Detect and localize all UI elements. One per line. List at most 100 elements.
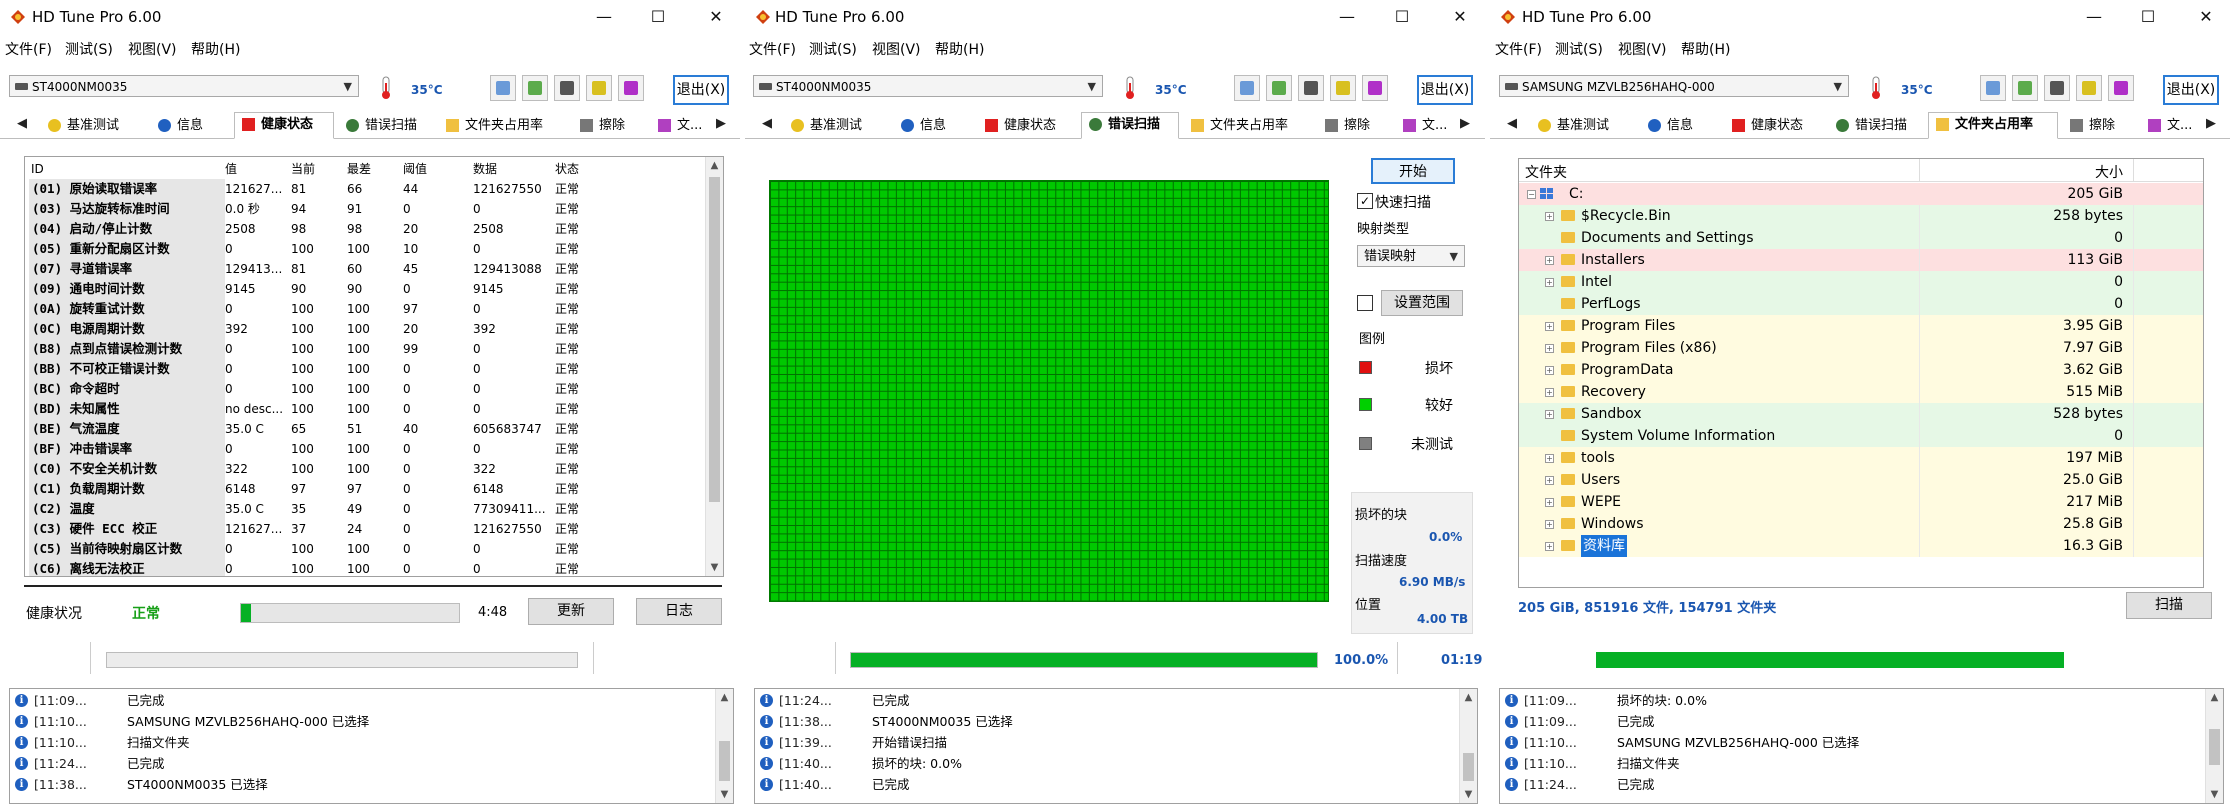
table-row[interactable]: (07) 寻道错误率 129413... 81 60 45 129413088 正常 bbox=[25, 259, 705, 279]
log-scrollbar[interactable]: ▲ ▼ bbox=[2205, 689, 2223, 803]
screenshot-button[interactable] bbox=[1298, 75, 1324, 101]
tree-row[interactable]: PerfLogs 0 bbox=[1519, 293, 2203, 315]
menu-test[interactable]: 测试(S) bbox=[65, 39, 113, 59]
table-row[interactable]: (C5) 当前待映射扇区计数 0 100 100 0 0 正常 bbox=[25, 539, 705, 559]
expand-icon[interactable]: + bbox=[1545, 256, 1554, 265]
tree-row[interactable]: + Installers 113 GiB bbox=[1519, 249, 2203, 271]
table-row[interactable]: (0A) 旋转重试计数 0 100 100 97 0 正常 bbox=[25, 299, 705, 319]
collapse-icon[interactable]: − bbox=[1527, 190, 1536, 199]
quick-scan-checkbox[interactable]: ✓ bbox=[1357, 193, 1373, 209]
expand-icon[interactable]: + bbox=[1545, 212, 1554, 221]
update-button[interactable]: 更新 bbox=[528, 598, 614, 625]
tree-row[interactable]: + Intel 0 bbox=[1519, 271, 2203, 293]
table-row[interactable]: (04) 启动/停止计数 2508 98 98 20 2508 正常 bbox=[25, 219, 705, 239]
close-button[interactable]: ✕ bbox=[1446, 6, 1474, 30]
col-id[interactable]: ID bbox=[31, 160, 44, 178]
tree-row[interactable]: + Windows 25.8 GiB bbox=[1519, 513, 2203, 535]
copy-button[interactable] bbox=[490, 75, 516, 101]
menu-view[interactable]: 视图(V) bbox=[1618, 39, 1667, 59]
tab-more[interactable]: 文... bbox=[2140, 113, 2200, 137]
tree-row[interactable]: Documents and Settings 0 bbox=[1519, 227, 2203, 249]
tree-row[interactable]: + Recovery 515 MiB bbox=[1519, 381, 2203, 403]
copy-all-button[interactable] bbox=[2012, 75, 2038, 101]
copy-all-button[interactable] bbox=[1266, 75, 1292, 101]
drive-select[interactable]: SAMSUNG MZVLB256HAHQ-000 ▼ bbox=[1499, 75, 1849, 97]
scroll-down-icon[interactable]: ▼ bbox=[716, 786, 733, 803]
table-row[interactable]: (B8) 点到点错误检测计数 0 100 100 99 0 正常 bbox=[25, 339, 705, 359]
tab-folder-usage[interactable]: 文件夹占用率 bbox=[1183, 113, 1313, 137]
table-row[interactable]: (BB) 不可校正错误计数 0 100 100 0 0 正常 bbox=[25, 359, 705, 379]
scroll-thumb[interactable] bbox=[1463, 753, 1474, 781]
table-row[interactable]: (C0) 不安全关机计数 322 100 100 0 322 正常 bbox=[25, 459, 705, 479]
exit-button[interactable]: 退出(X) bbox=[673, 75, 729, 105]
table-row[interactable]: (05) 重新分配扇区计数 0 100 100 10 0 正常 bbox=[25, 239, 705, 259]
expand-icon[interactable]: + bbox=[1545, 388, 1554, 397]
expand-icon[interactable]: + bbox=[1545, 366, 1554, 375]
tree-row[interactable]: + Users 25.0 GiB bbox=[1519, 469, 2203, 491]
menu-test[interactable]: 测试(S) bbox=[809, 39, 857, 59]
tab-scroll-left-icon[interactable]: ◀ bbox=[762, 116, 772, 131]
tab-more[interactable]: 文... bbox=[1395, 113, 1455, 137]
tree-row[interactable]: + Sandbox 528 bytes bbox=[1519, 403, 2203, 425]
scroll-thumb[interactable] bbox=[709, 177, 720, 502]
folder-tree[interactable]: 文件夹 大小 − C: 205 GiB + $Recycle.Bin 258 byt… bbox=[1518, 158, 2204, 588]
copy-button[interactable] bbox=[1980, 75, 2006, 101]
tab-scroll-right-icon[interactable]: ▶ bbox=[2206, 116, 2216, 131]
tab-error-scan[interactable]: 错误扫描 bbox=[338, 113, 434, 137]
tab-benchmark[interactable]: 基准测试 bbox=[1530, 113, 1636, 137]
options-button[interactable] bbox=[586, 75, 612, 101]
col-threshold[interactable]: 阈值 bbox=[403, 160, 427, 178]
scroll-thumb[interactable] bbox=[719, 741, 730, 781]
table-row[interactable]: (C3) 硬件 ECC 校正 121627... 37 24 0 121627550 正常 bbox=[25, 519, 705, 539]
map-type-select[interactable]: 错误映射 ▼ bbox=[1357, 245, 1465, 267]
options-button[interactable] bbox=[1330, 75, 1356, 101]
tab-info[interactable]: 信息 bbox=[893, 113, 973, 137]
menu-help[interactable]: 帮助(H) bbox=[191, 39, 240, 59]
scroll-up-icon[interactable]: ▲ bbox=[716, 689, 733, 706]
expand-icon[interactable]: + bbox=[1545, 454, 1554, 463]
scroll-thumb[interactable] bbox=[2209, 729, 2220, 765]
maximize-button[interactable]: ☐ bbox=[1388, 6, 1416, 30]
title-bar[interactable]: HD Tune Pro 6.00 — ☐ ✕ bbox=[745, 0, 1485, 36]
tab-scroll-right-icon[interactable]: ▶ bbox=[716, 116, 726, 131]
options-button[interactable] bbox=[2076, 75, 2102, 101]
col-size[interactable]: 大小 bbox=[2039, 162, 2123, 182]
tab-error-scan[interactable]: 错误扫描 bbox=[1828, 113, 1924, 137]
table-row[interactable]: (BE) 气流温度 35.0 C 65 51 40 605683747 正常 bbox=[25, 419, 705, 439]
col-value[interactable]: 值 bbox=[225, 160, 237, 178]
table-row[interactable]: (0C) 电源周期计数 392 100 100 20 392 正常 bbox=[25, 319, 705, 339]
tab-scroll-right-icon[interactable]: ▶ bbox=[1460, 116, 1470, 131]
save-button[interactable] bbox=[1362, 75, 1388, 101]
log-button[interactable]: 日志 bbox=[636, 598, 722, 625]
tree-row[interactable]: + tools 197 MiB bbox=[1519, 447, 2203, 469]
col-status[interactable]: 状态 bbox=[555, 160, 579, 178]
scroll-down-icon[interactable]: ▼ bbox=[706, 559, 723, 576]
tree-row-root[interactable]: − C: 205 GiB bbox=[1519, 183, 2203, 205]
screenshot-button[interactable] bbox=[554, 75, 580, 101]
expand-icon[interactable]: + bbox=[1545, 520, 1554, 529]
exit-button[interactable]: 退出(X) bbox=[2163, 75, 2219, 105]
smart-table[interactable]: ID 值 当前 最差 阈值 数据 状态 (01) 原始读取错误率 121627..… bbox=[24, 156, 724, 577]
table-row[interactable]: (BF) 冲击错误率 0 100 100 0 0 正常 bbox=[25, 439, 705, 459]
tab-more[interactable]: 文... bbox=[650, 113, 710, 137]
scroll-up-icon[interactable]: ▲ bbox=[2206, 689, 2223, 706]
exit-button[interactable]: 退出(X) bbox=[1417, 75, 1473, 105]
expand-icon[interactable]: + bbox=[1545, 410, 1554, 419]
range-checkbox[interactable] bbox=[1357, 295, 1373, 311]
scan-button[interactable]: 扫描 bbox=[2126, 592, 2212, 619]
col-data[interactable]: 数据 bbox=[473, 160, 497, 178]
col-folder[interactable]: 文件夹 bbox=[1525, 162, 1567, 182]
close-button[interactable]: ✕ bbox=[702, 6, 730, 30]
tab-folder-usage[interactable]: 文件夹占用率 bbox=[1928, 112, 2058, 139]
title-bar[interactable]: HD Tune Pro 6.00 — ☐ ✕ bbox=[1490, 0, 2230, 36]
copy-all-button[interactable] bbox=[522, 75, 548, 101]
tree-row[interactable]: + $Recycle.Bin 258 bytes bbox=[1519, 205, 2203, 227]
tree-row[interactable]: System Volume Information 0 bbox=[1519, 425, 2203, 447]
expand-icon[interactable]: + bbox=[1545, 278, 1554, 287]
tab-health[interactable]: 健康状态 bbox=[1724, 113, 1824, 137]
quick-scan-label[interactable]: 快速扫描 bbox=[1375, 192, 1431, 212]
tree-row[interactable]: + WEPE 217 MiB bbox=[1519, 491, 2203, 513]
tab-info[interactable]: 信息 bbox=[1640, 113, 1720, 137]
tab-health[interactable]: 健康状态 bbox=[234, 112, 334, 139]
col-worst[interactable]: 最差 bbox=[347, 160, 371, 178]
